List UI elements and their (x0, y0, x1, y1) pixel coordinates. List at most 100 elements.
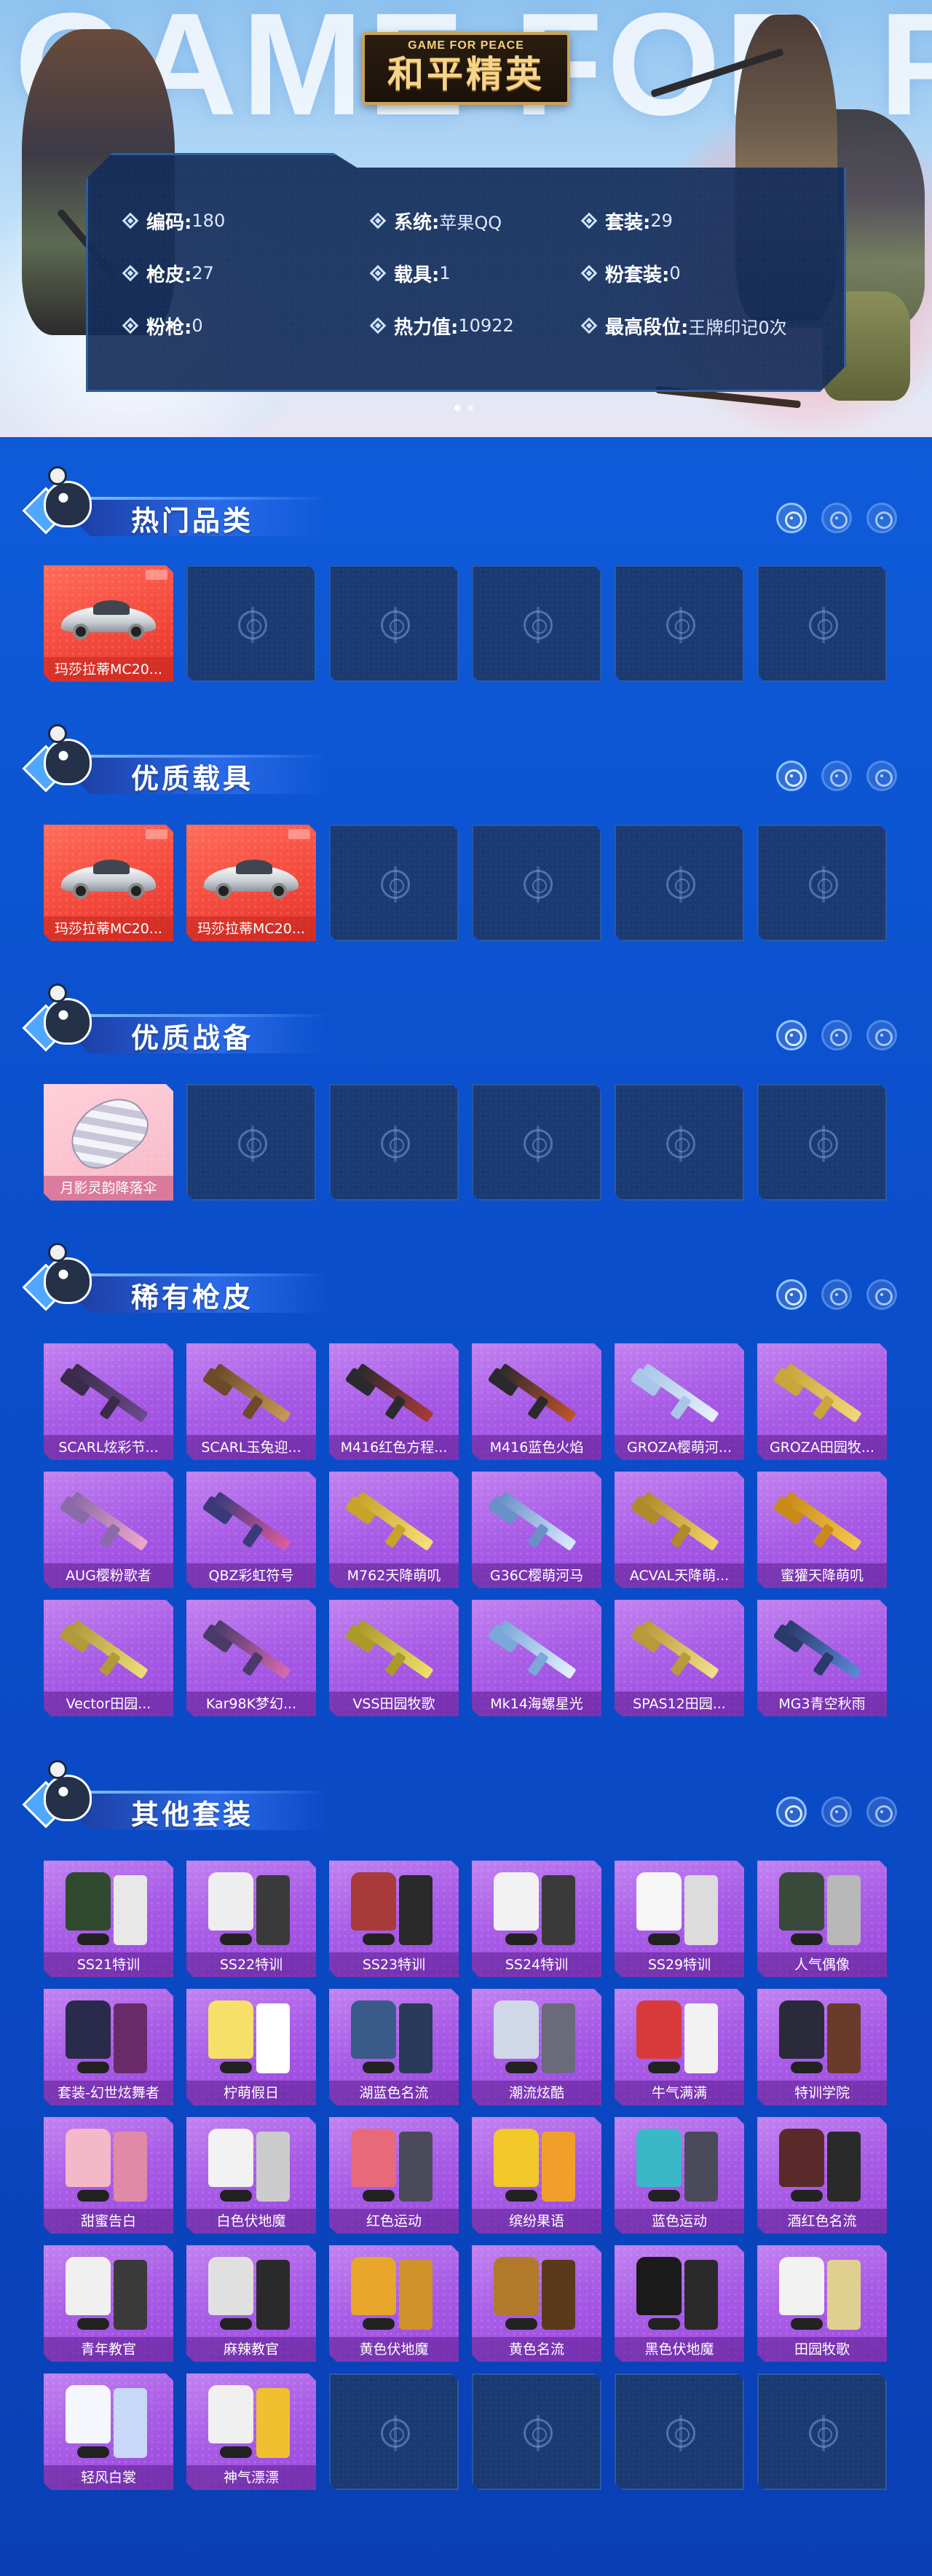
item-name: SS24特训 (472, 1952, 601, 1977)
rifle-icon (201, 1486, 303, 1559)
carousel-dot[interactable] (467, 405, 473, 411)
item-card[interactable]: SS23特训 (329, 1861, 459, 1977)
item-card[interactable]: SS22特训 (186, 1861, 316, 1977)
crosshair-icon[interactable] (821, 503, 852, 533)
outfit-icon (776, 2124, 869, 2206)
item-card[interactable]: MG3青空秋雨 (757, 1600, 887, 1716)
item-grid: 玛莎拉蒂MC20... 玛莎拉蒂MC20... (44, 825, 888, 953)
info-value: 27 (191, 263, 214, 283)
outfit-icon (633, 2253, 727, 2334)
item-card[interactable]: ACVAL天降萌... (615, 1472, 744, 1588)
item-card[interactable]: G36C樱萌河马 (472, 1472, 601, 1588)
item-card[interactable]: Mk14海螺星光 (472, 1600, 601, 1716)
item-card[interactable]: 蜜獾天降萌叽 (757, 1472, 887, 1588)
item-card[interactable]: 牛气满满 (615, 1989, 744, 2105)
item-card[interactable]: M762天降萌叽 (329, 1472, 459, 1588)
empty-slot (329, 1084, 459, 1201)
item-card[interactable]: Kar98K梦幻... (186, 1600, 316, 1716)
crosshair-icon (666, 2415, 695, 2451)
item-card[interactable]: 柠萌假日 (186, 1989, 316, 2105)
item-name: QBZ彩虹符号 (186, 1563, 316, 1588)
item-card[interactable]: 轻风白裳 (44, 2373, 173, 2490)
item-name: 潮流炫酷 (472, 2081, 601, 2105)
item-card[interactable]: 套装-幻世炫舞者 (44, 1989, 173, 2105)
item-card[interactable]: 特训学院 (757, 1989, 887, 2105)
crosshair-icon[interactable] (866, 1279, 897, 1310)
item-card[interactable]: QBZ彩虹符号 (186, 1472, 316, 1588)
item-name: 蜜獾天降萌叽 (757, 1563, 887, 1588)
crosshair-icon[interactable] (866, 1020, 897, 1051)
item-card[interactable]: SS21特训 (44, 1861, 173, 1977)
item-name: SPAS12田园... (615, 1692, 744, 1716)
info-item: 最高段位: 王牌印记0次 (580, 311, 787, 340)
item-card[interactable]: 红色运动 (329, 2117, 459, 2234)
carousel-dot[interactable] (454, 405, 460, 411)
item-card[interactable]: 人气偶像 (757, 1861, 887, 1977)
crosshair-icon[interactable] (866, 1796, 897, 1827)
crosshair-icon[interactable] (776, 1279, 807, 1310)
item-card[interactable]: AUG樱粉歌者 (44, 1472, 173, 1588)
item-name: 套装-幻世炫舞者 (44, 2081, 173, 2105)
crosshair-icon[interactable] (821, 1796, 852, 1827)
item-card[interactable]: 甜蜜告白 (44, 2117, 173, 2234)
rifle-icon (772, 1486, 874, 1559)
item-card[interactable]: SS29特训 (615, 1861, 744, 1977)
crosshair-icon[interactable] (776, 1796, 807, 1827)
crosshair-icon[interactable] (866, 503, 897, 533)
crosshair-icon[interactable] (821, 1020, 852, 1051)
empty-slot (757, 1084, 887, 1201)
item-card[interactable]: 白色伏地魔 (186, 2117, 316, 2234)
section-title: 热门品类 (131, 505, 254, 537)
crosshair-icon[interactable] (821, 1279, 852, 1310)
item-name: SS29特训 (615, 1952, 744, 1977)
crosshair-icon[interactable] (776, 1020, 807, 1051)
info-value: 王牌印记0次 (688, 317, 787, 338)
item-card[interactable]: M416蓝色火焰 (472, 1343, 601, 1460)
item-name: 田园牧歌 (757, 2337, 887, 2362)
item-card[interactable]: 月影灵韵降落伞 (44, 1084, 173, 1201)
item-card[interactable]: SPAS12田园... (615, 1600, 744, 1716)
item-card[interactable]: 神气漂漂 (186, 2373, 316, 2490)
item-card[interactable]: SCARL玉兔迎... (186, 1343, 316, 1460)
item-card[interactable]: GROZA田园牧... (757, 1343, 887, 1460)
rarity-badge (288, 829, 310, 839)
rarity-badge (146, 570, 167, 580)
item-card[interactable]: M416红色方程... (329, 1343, 459, 1460)
crosshair-icon[interactable] (866, 761, 897, 791)
item-card[interactable]: 玛莎拉蒂MC20... (44, 825, 173, 941)
item-card[interactable]: SS24特训 (472, 1861, 601, 1977)
item-card[interactable]: 田园牧歌 (757, 2245, 887, 2362)
item-card[interactable]: Vector田园... (44, 1600, 173, 1716)
item-card[interactable]: 蓝色运动 (615, 2117, 744, 2234)
item-card[interactable]: 青年教官 (44, 2245, 173, 2362)
item-card[interactable]: SCARL炫彩节... (44, 1343, 173, 1460)
item-card[interactable]: 潮流炫酷 (472, 1989, 601, 2105)
rifle-icon (58, 1358, 160, 1431)
info-label: 套装: (605, 211, 651, 234)
rifle-icon (629, 1358, 731, 1431)
rifle-icon (629, 1614, 731, 1687)
crosshair-icon[interactable] (776, 761, 807, 791)
outfit-icon (205, 2253, 299, 2334)
crosshair-icon[interactable] (821, 761, 852, 791)
item-card[interactable]: 黄色名流 (472, 2245, 601, 2362)
item-card[interactable]: 麻辣教官 (186, 2245, 316, 2362)
item-card[interactable]: 酒红色名流 (757, 2117, 887, 2234)
item-card[interactable]: 缤纷果语 (472, 2117, 601, 2234)
rifle-icon (772, 1614, 874, 1687)
carousel-indicator[interactable] (454, 405, 473, 411)
item-card[interactable]: 黄色伏地魔 (329, 2245, 459, 2362)
section-nav (776, 503, 897, 533)
item-card[interactable]: 黑色伏地魔 (615, 2245, 744, 2362)
crosshair-icon[interactable] (776, 503, 807, 533)
empty-slot (615, 1084, 744, 1201)
item-card[interactable]: VSS田园牧歌 (329, 1600, 459, 1716)
item-card[interactable]: 湖蓝色名流 (329, 1989, 459, 2105)
item-card[interactable]: 玛莎拉蒂MC20... (186, 825, 316, 941)
item-card[interactable]: 玛莎拉蒂MC20... (44, 565, 173, 682)
car-icon (61, 852, 156, 899)
item-card[interactable]: GROZA樱萌河... (615, 1343, 744, 1460)
penguin-mascot-icon (22, 979, 102, 1059)
rifle-icon (344, 1614, 446, 1687)
item-name: ACVAL天降萌... (615, 1563, 744, 1588)
